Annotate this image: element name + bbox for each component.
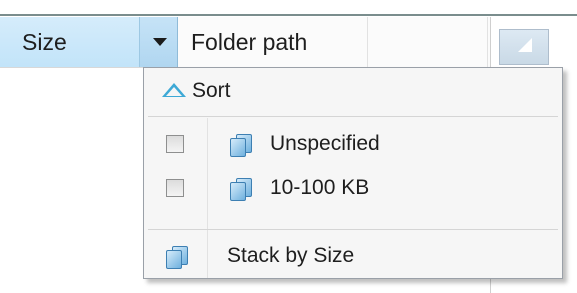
column-header-empty[interactable] (368, 17, 488, 67)
filter-item-unspecified[interactable]: Unspecified (144, 128, 562, 162)
chevron-down-icon (153, 38, 167, 46)
menu-item-sort-label: Sort (192, 79, 231, 102)
menu-item-stack-by-size[interactable]: Stack by Size (144, 238, 562, 274)
column-header-size[interactable]: Size (0, 17, 140, 67)
filter-item-label: Unspecified (270, 132, 380, 155)
top-border (0, 0, 577, 16)
stack-icon (166, 246, 188, 269)
menu-separator (148, 116, 558, 117)
column-filter-menu: Sort Unspecified 10-100 KB Stack by Size (143, 67, 563, 279)
filter-checkbox-unspecified[interactable] (166, 135, 184, 153)
menu-item-sort[interactable]: Sort (144, 72, 562, 112)
stack-icon (230, 178, 252, 201)
column-header-folder-path[interactable]: Folder path (178, 17, 368, 67)
filter-item-label: 10-100 KB (270, 176, 370, 199)
sort-ascending-icon (162, 83, 186, 97)
menu-separator (148, 229, 558, 230)
stack-icon (230, 134, 252, 157)
column-header-row: Size Folder path (0, 17, 500, 68)
filter-item-10-100-kb[interactable]: 10-100 KB (144, 172, 562, 206)
size-dropdown-button[interactable] (140, 17, 178, 67)
background-column-header[interactable] (499, 29, 549, 65)
filter-checkbox-10-100-kb[interactable] (166, 179, 184, 197)
menu-item-stack-label: Stack by Size (227, 244, 355, 267)
